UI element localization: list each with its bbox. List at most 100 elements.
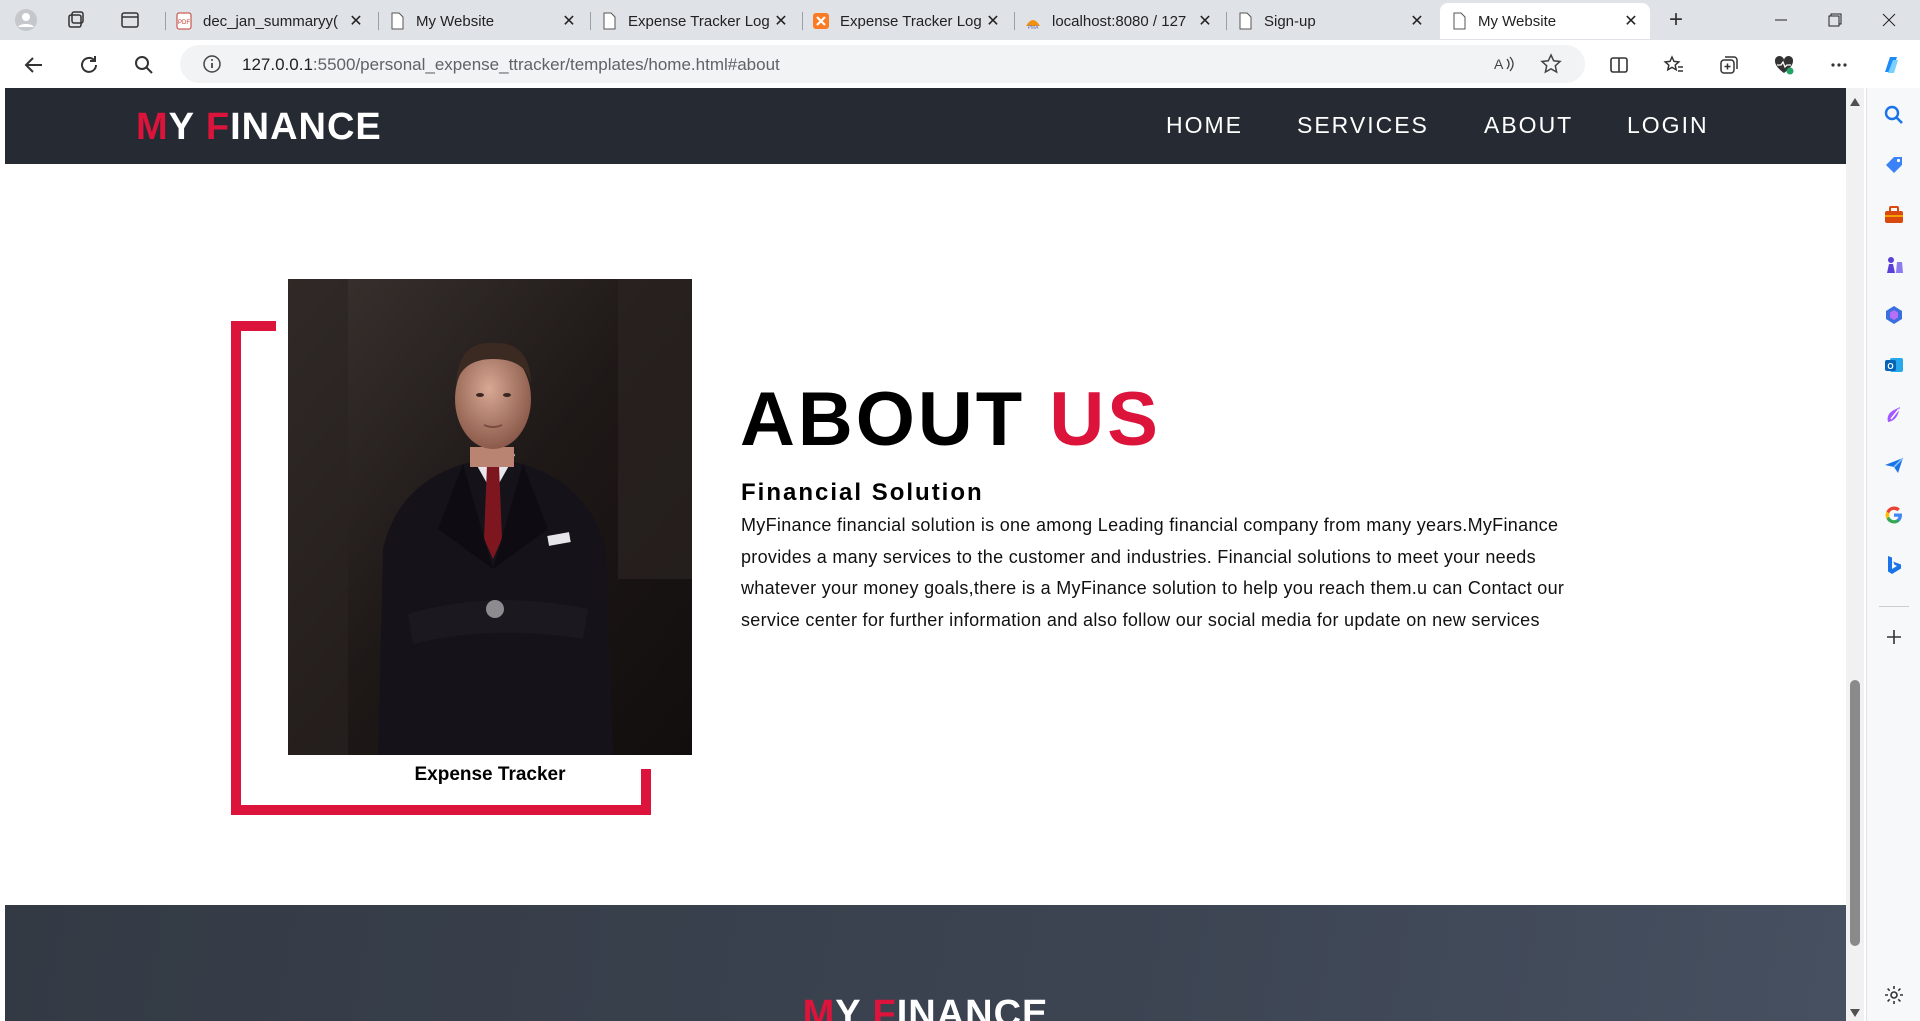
collections-button[interactable] — [1715, 51, 1743, 79]
svg-text:PMA: PMA — [1028, 25, 1040, 30]
restore-button[interactable] — [1807, 0, 1863, 40]
xampp-icon — [813, 13, 829, 29]
tab-2[interactable]: Expense Tracker Log ✕ — [590, 3, 800, 39]
browser-tab-bar: PDF dec_jan_summaryy( ✕ My Website ✕ Exp… — [0, 0, 1920, 40]
minimize-button[interactable] — [1753, 0, 1809, 40]
close-tab-icon[interactable]: ✕ — [1196, 11, 1214, 31]
nav-about-link[interactable]: ABOUT — [1484, 112, 1573, 139]
site-info-icon[interactable] — [202, 54, 222, 74]
red-frame-bottom — [231, 805, 651, 815]
about-subtitle: Financial Solution — [741, 479, 984, 506]
url-host: 127.0.0.1 — [242, 55, 313, 74]
about-heading-black: ABOUT — [740, 377, 1050, 462]
tools-briefcase-icon[interactable] — [1883, 204, 1905, 226]
about-paragraph: MyFinance financial solution is one amon… — [741, 515, 1565, 630]
tab-1[interactable]: My Website ✕ — [378, 3, 588, 39]
brand-initial-m: M — [136, 106, 169, 148]
businessman-photo — [288, 279, 692, 755]
close-tab-icon[interactable]: ✕ — [1408, 11, 1426, 31]
url-text[interactable]: 127.0.0.1:5500/personal_expense_ttracker… — [242, 55, 780, 75]
scroll-down-arrow-icon[interactable] — [1850, 1009, 1860, 1017]
close-window-button[interactable] — [1861, 0, 1917, 40]
svg-text:PDF: PDF — [178, 20, 190, 26]
close-tab-icon[interactable]: ✕ — [560, 11, 578, 31]
shopping-tag-icon[interactable] — [1883, 154, 1905, 176]
close-tab-icon[interactable]: ✕ — [984, 11, 1002, 31]
heart-pulse-icon — [1774, 55, 1794, 75]
browser-toolbar: 127.0.0.1:5500/personal_expense_ttracker… — [0, 40, 1920, 88]
page-icon — [603, 12, 616, 30]
page-icon — [1453, 12, 1466, 30]
page-scrollbar[interactable] — [1846, 88, 1864, 1021]
tab-title: Expense Tracker Log — [628, 12, 770, 30]
more-icon — [1831, 63, 1847, 67]
collections-icon — [1720, 56, 1738, 74]
games-chess-icon[interactable] — [1883, 254, 1905, 276]
favorites-list-icon — [1663, 55, 1683, 72]
scroll-up-arrow-icon[interactable] — [1850, 98, 1860, 106]
close-icon — [1882, 13, 1896, 27]
tab-4[interactable]: PMA localhost:8080 / 127 ✕ — [1014, 3, 1224, 39]
browser-essentials-button[interactable] — [1770, 51, 1798, 79]
profile-icon — [15, 9, 37, 31]
search-button[interactable] — [128, 49, 160, 81]
site-logo[interactable]: MY FINANCE — [136, 106, 382, 149]
tab-title: My Website — [1478, 12, 1557, 30]
drop-send-icon[interactable] — [1883, 454, 1905, 476]
url-path: :5500/personal_expense_ttracker/template… — [312, 55, 780, 74]
designer-icon[interactable] — [1883, 404, 1905, 426]
about-heading-red: US — [1049, 377, 1161, 462]
search-icon[interactable] — [1883, 104, 1905, 126]
settings-more-button[interactable] — [1825, 51, 1853, 79]
reload-icon — [81, 56, 97, 73]
close-tab-icon[interactable]: ✕ — [1622, 11, 1640, 31]
back-arrow-icon — [24, 57, 42, 73]
back-button[interactable] — [18, 49, 50, 81]
favorites-button[interactable] — [1660, 51, 1688, 79]
minimize-icon — [1775, 19, 1787, 21]
phpmyadmin-icon: PMA — [1026, 20, 1040, 30]
microsoft-365-icon[interactable] — [1883, 304, 1905, 326]
close-tab-icon[interactable]: ✕ — [772, 11, 790, 31]
favorite-star-icon[interactable] — [1540, 53, 1562, 75]
vertical-tabs-button[interactable] — [114, 6, 146, 34]
restore-icon — [1828, 13, 1842, 27]
red-frame-top — [231, 321, 276, 331]
add-icon[interactable] — [1883, 626, 1905, 648]
address-bar[interactable]: 127.0.0.1:5500/personal_expense_ttracker… — [180, 45, 1585, 83]
tab-0[interactable]: PDF dec_jan_summaryy( ✕ — [165, 3, 375, 39]
tab-title: dec_jan_summaryy( — [203, 12, 339, 30]
read-aloud-icon[interactable]: A — [1493, 54, 1515, 74]
page-icon — [1239, 12, 1252, 30]
bing-icon[interactable] — [1883, 554, 1905, 576]
copilot-icon — [1885, 57, 1898, 73]
google-icon[interactable] — [1883, 504, 1905, 526]
tab-5[interactable]: Sign-up ✕ — [1226, 3, 1436, 39]
brand-part-y: Y — [168, 106, 206, 148]
nav-home-link[interactable]: HOME — [1166, 112, 1243, 139]
split-screen-button[interactable] — [1605, 51, 1633, 79]
copilot-button[interactable] — [1878, 51, 1906, 79]
nav-services-link[interactable]: SERVICES — [1297, 112, 1429, 139]
tab-6-active[interactable]: My Website ✕ — [1440, 3, 1650, 39]
about-section: Expense Tracker ABOUT US Financial Solut… — [5, 164, 1846, 905]
tab-title: localhost:8080 / 127 — [1052, 12, 1187, 30]
tab-3[interactable]: Expense Tracker Log ✕ — [802, 3, 1012, 39]
edge-sidebar: O — [1866, 88, 1920, 1021]
reload-button[interactable] — [73, 49, 105, 81]
footer-brand-part-inance: INANCE — [896, 993, 1049, 1021]
pdf-file-icon: PDF — [176, 12, 192, 30]
workspaces-button[interactable] — [60, 6, 92, 34]
photo-caption: Expense Tracker — [414, 764, 566, 785]
new-tab-button[interactable]: + — [1660, 6, 1692, 34]
red-frame-left — [231, 321, 241, 815]
outlook-icon[interactable]: O — [1883, 354, 1905, 376]
footer-logo[interactable]: MY FINANCE — [5, 993, 1846, 1021]
close-tab-icon[interactable]: ✕ — [347, 11, 365, 31]
scrollbar-thumb[interactable] — [1850, 680, 1860, 946]
tab-title: Sign-up — [1264, 12, 1316, 30]
profile-button[interactable] — [10, 6, 42, 34]
gear-icon[interactable] — [1883, 984, 1905, 1006]
brand-initial-f: F — [205, 106, 231, 148]
nav-login-link[interactable]: LOGIN — [1627, 112, 1709, 139]
